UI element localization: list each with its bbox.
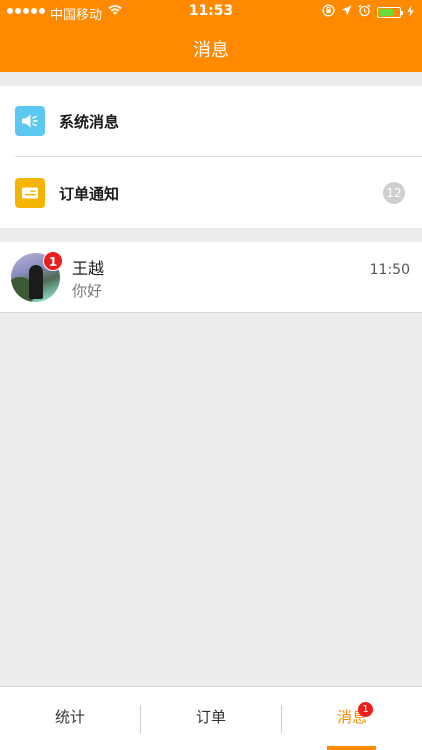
- message-preview: 你好: [72, 282, 103, 300]
- alarm-icon: [358, 4, 371, 21]
- charging-icon: [407, 4, 414, 21]
- messages-screen: 中国移动 11:53 消息 系统消息 订单通知 12 王越 你好 11:50 1…: [0, 0, 422, 750]
- status-icons: [322, 4, 414, 21]
- envelope-icon: [15, 178, 45, 208]
- top-bar: 中国移动 11:53 消息: [0, 0, 422, 72]
- system-messages-label: 系统消息: [59, 113, 120, 131]
- unread-badge: 1: [43, 251, 63, 271]
- system-messages-row[interactable]: 系统消息: [0, 86, 422, 156]
- order-count-badge: 12: [383, 182, 405, 204]
- row-divider: [15, 156, 422, 157]
- order-notifications-label: 订单通知: [59, 185, 120, 203]
- active-tab-indicator: [327, 746, 376, 750]
- contact-name: 王越: [72, 259, 105, 278]
- message-time: 11:50: [369, 262, 410, 278]
- conversation-item[interactable]: 王越 你好 11:50: [0, 242, 422, 313]
- battery-icon: [377, 7, 403, 18]
- tab-bar: 统计 订单 消息 1: [0, 686, 422, 750]
- order-notifications-row[interactable]: 订单通知 12: [0, 158, 422, 228]
- tab-messages[interactable]: 消息: [282, 687, 422, 750]
- tab-orders[interactable]: 订单: [141, 687, 281, 750]
- speaker-icon: [15, 106, 45, 136]
- status-bar: 中国移动 11:53: [0, 0, 422, 24]
- rotation-lock-icon: [322, 4, 335, 21]
- battery-level: [379, 9, 393, 16]
- tab-statistics[interactable]: 统计: [0, 687, 140, 750]
- tab-messages-badge: 1: [358, 702, 373, 717]
- location-icon: [341, 5, 352, 20]
- system-section: 系统消息 订单通知 12: [0, 86, 422, 228]
- page-title: 消息: [193, 40, 229, 61]
